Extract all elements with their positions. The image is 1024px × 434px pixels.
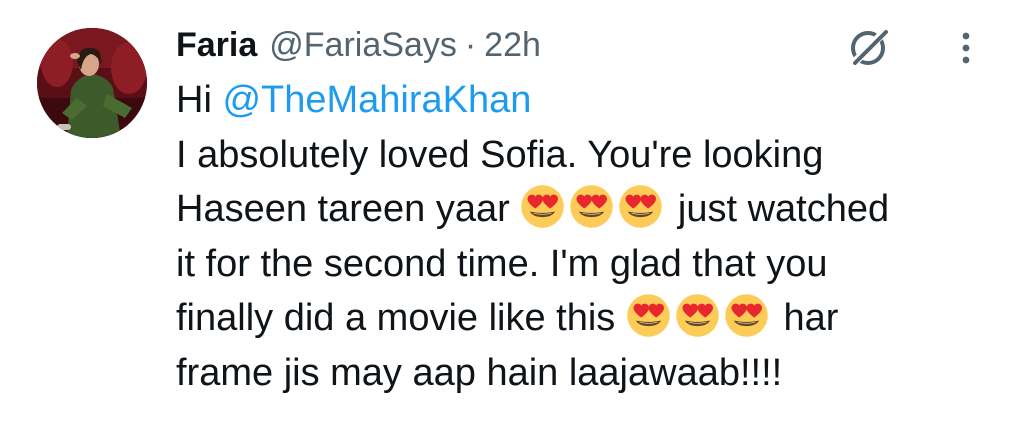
tweet-text: Hi @TheMahiraKhan I absolutely loved Sof… (176, 73, 1006, 400)
grok-icon[interactable] (846, 24, 892, 70)
tweet-timestamp[interactable]: 22h (484, 21, 541, 69)
header-separator: · (464, 26, 477, 64)
line-5-text-end: har (783, 297, 839, 339)
tweet-line-3: Haseen tareen yaar just watched (176, 182, 1006, 237)
heart-eyes-emoji-icon (626, 293, 671, 338)
tweet-line-4: it for the second time. I'm glad that yo… (176, 242, 828, 285)
heart-eyes-emoji-icon (569, 184, 614, 229)
heart-eyes-emoji-icon (520, 184, 565, 229)
line-3-text-end: just watched (677, 188, 890, 230)
tweet-line-5: finally did a movie like this har (176, 291, 1006, 346)
tweet-line-2: I absolutely loved Sofia. You're looking (176, 133, 824, 176)
tweet-card[interactable]: Faria @FariaSays · 22h Hi @TheMahiraKhan… (0, 0, 1024, 434)
greeting-text: Hi (176, 79, 212, 121)
tweet-line-6: frame jis may aap hain laajawaab!!!! (176, 351, 783, 394)
heart-eyes-emoji-icon (724, 293, 769, 338)
tweet-header: Faria @FariaSays · 22h (176, 21, 541, 69)
more-options-icon[interactable] (954, 30, 978, 66)
heart-eyes-emoji-icon (618, 184, 663, 229)
author-handle[interactable]: @FariaSays (269, 21, 457, 69)
line-5-text-start: finally did a movie like this (176, 297, 616, 339)
line-3-text-start: Haseen tareen yaar (176, 188, 510, 230)
tweet-line-1: Hi @TheMahiraKhan (176, 73, 1006, 128)
mention-link[interactable]: @TheMahiraKhan (222, 79, 531, 121)
avatar[interactable] (37, 28, 147, 138)
heart-eyes-emoji-icon (675, 293, 720, 338)
author-display-name[interactable]: Faria (176, 21, 257, 69)
avatar-image (37, 28, 147, 138)
